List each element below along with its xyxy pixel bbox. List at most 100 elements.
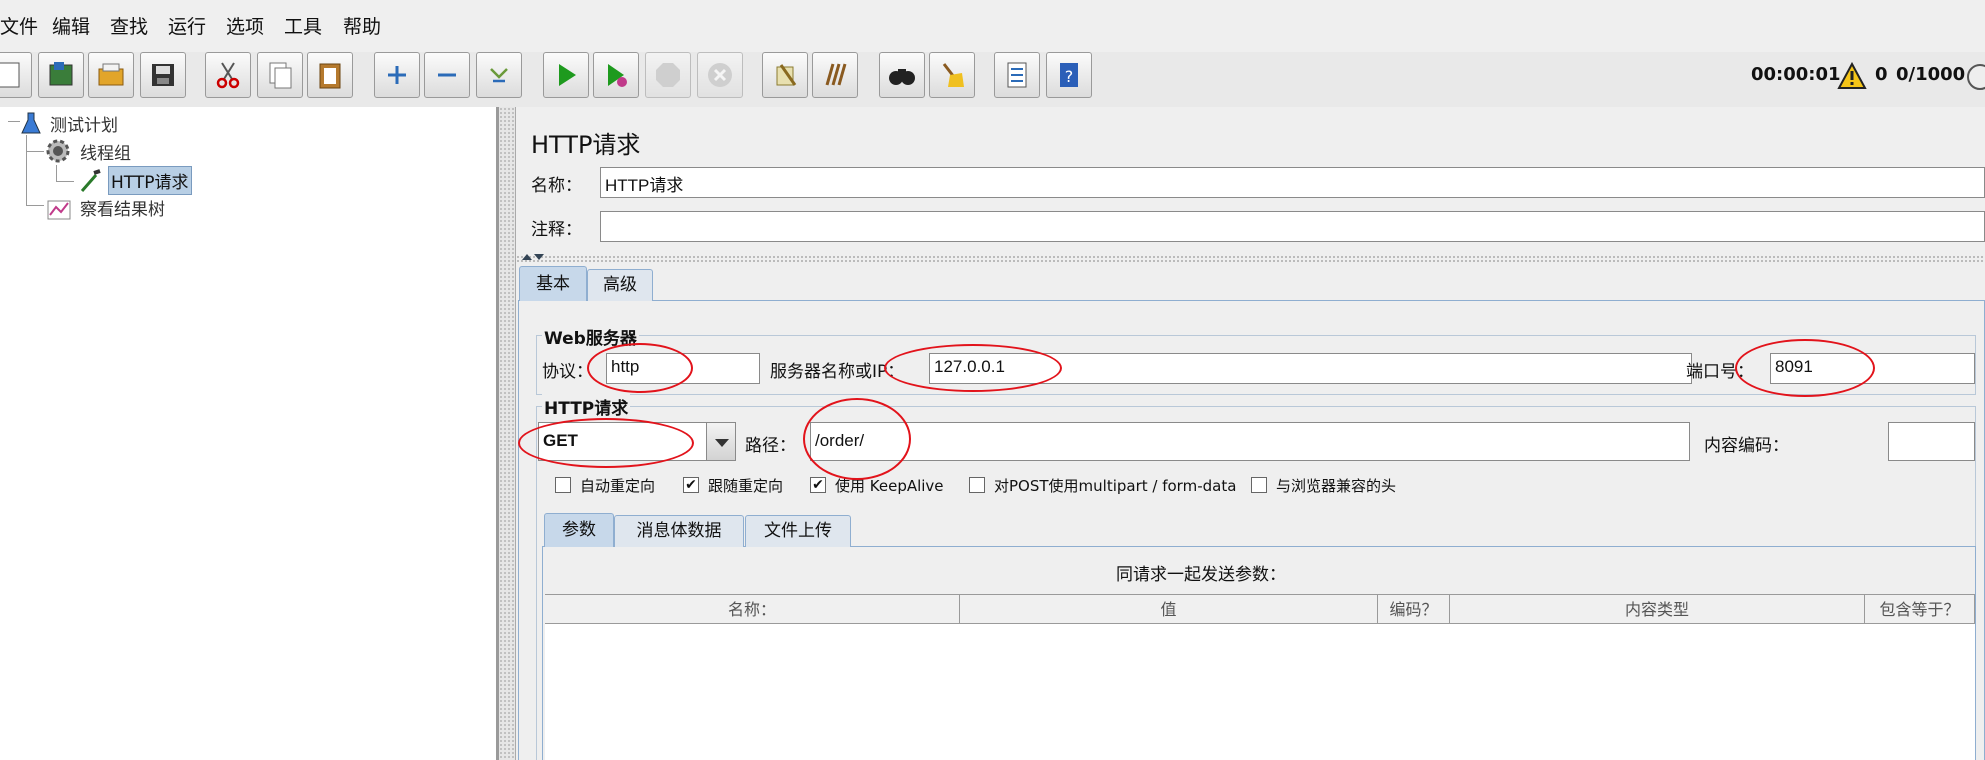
new-file-button[interactable] <box>0 52 32 98</box>
stop-icon <box>656 63 680 87</box>
column-content-type[interactable]: 内容类型 <box>1450 595 1865 625</box>
method-select[interactable]: GET <box>538 422 724 461</box>
menu-tools[interactable]: 工具 <box>284 12 322 39</box>
copy-icon <box>269 62 292 89</box>
subtab-files-upload[interactable]: 文件上传 <box>745 515 851 547</box>
tree-item-test-plan[interactable]: 测试计划 <box>50 111 118 136</box>
browser-headers-label: 与浏览器兼容的头 <box>1276 477 1397 495</box>
active-threads: 0/1000 <box>1896 64 1966 85</box>
help-button[interactable]: ? <box>1046 52 1092 98</box>
subtab-parameters[interactable]: 参数 <box>544 513 614 547</box>
reset-search-icon <box>942 63 964 87</box>
protocol-field[interactable]: http <box>606 353 760 384</box>
toolbar: ? 00:00:01 0 0/1000 <box>0 52 1985 108</box>
reset-search-button[interactable] <box>929 52 975 98</box>
name-field[interactable]: HTTP请求 <box>600 167 1985 198</box>
tab-basic[interactable]: 基本 <box>519 266 587 301</box>
follow-redirect-checkbox[interactable]: ✔ <box>683 477 699 493</box>
tree-connector <box>26 205 44 206</box>
column-include-equals[interactable]: 包含等于？ <box>1865 595 1975 625</box>
start-icon <box>559 64 576 86</box>
auto-redirect-checkbox[interactable] <box>555 477 571 493</box>
function-helper-button[interactable] <box>994 52 1040 98</box>
column-value[interactable]: 值 <box>960 595 1378 625</box>
templates-button[interactable] <box>38 52 84 98</box>
server-name-field[interactable]: 127.0.0.1 <box>929 353 1692 384</box>
clear-all-button[interactable] <box>812 52 858 98</box>
params-table-header: 名称： 值 编码？ 内容类型 包含等于？ <box>545 594 1975 625</box>
auto-redirect-label: 自动重定向 <box>580 477 656 495</box>
menu-bar: 文件 编辑 查找 运行 选项 工具 帮助 <box>0 0 1985 53</box>
column-name[interactable]: 名称： <box>545 595 960 625</box>
tab-advanced[interactable]: 高级 <box>587 269 653 301</box>
comment-field[interactable] <box>600 211 1985 242</box>
menu-options[interactable]: 选项 <box>226 12 264 39</box>
browser-headers-checkbox[interactable] <box>1251 477 1267 493</box>
menu-run[interactable]: 运行 <box>168 12 206 39</box>
tree-item-thread-group[interactable]: 线程组 <box>80 139 131 164</box>
subtab-body-data[interactable]: 消息体数据 <box>614 515 744 547</box>
copy-button[interactable] <box>257 52 303 98</box>
chevron-down-icon <box>715 439 729 447</box>
result-tree-icon <box>47 200 71 220</box>
collapse-button[interactable] <box>424 52 470 98</box>
tree-connector <box>8 121 20 122</box>
params-title: 同请求一起发送参数： <box>1116 565 1286 585</box>
menu-file[interactable]: 文件 <box>0 12 38 39</box>
section-splitter[interactable] <box>516 255 1985 263</box>
params-table-body[interactable] <box>545 624 1975 760</box>
cut-button[interactable] <box>205 52 251 98</box>
search-button[interactable] <box>879 52 925 98</box>
split-arrows-icon[interactable] <box>520 252 546 262</box>
menu-search[interactable]: 查找 <box>110 12 148 39</box>
protocol-label: 协议： <box>542 362 593 382</box>
help-icon: ? <box>1060 63 1078 87</box>
expand-button[interactable] <box>374 52 420 98</box>
tree-item-http-request[interactable]: HTTP请求 <box>108 166 192 195</box>
multipart-checkbox[interactable] <box>969 477 985 493</box>
start-button[interactable] <box>543 52 589 98</box>
tree-connector <box>26 135 27 205</box>
start-no-pause-icon <box>608 64 627 87</box>
content-encoding-label: 内容编码： <box>1704 436 1789 456</box>
menu-help[interactable]: 帮助 <box>343 12 381 39</box>
cut-icon <box>216 62 240 89</box>
save-button[interactable] <box>140 52 186 98</box>
clear-all-icon <box>825 63 847 86</box>
shutdown-button[interactable] <box>697 52 743 98</box>
open-button[interactable] <box>88 52 134 98</box>
remote-status-icon <box>1967 64 1985 90</box>
http-request-panel: HTTP请求 名称： HTTP请求 注释： 基本 高级 Web服务器 协议： h… <box>516 107 1985 760</box>
new-file-icon <box>0 62 20 88</box>
tree-item-view-results-tree[interactable]: 察看结果树 <box>80 195 165 220</box>
keepalive-label: 使用 KeepAlive <box>835 477 944 495</box>
menu-edit[interactable]: 编辑 <box>52 12 90 39</box>
start-no-pause-button[interactable] <box>593 52 639 98</box>
column-encode[interactable]: 编码？ <box>1378 595 1450 625</box>
clear-button[interactable] <box>762 52 808 98</box>
path-field[interactable]: /order/ <box>810 422 1690 461</box>
http-request-title: HTTP请求 <box>542 394 631 419</box>
content-encoding-field[interactable] <box>1888 422 1975 461</box>
server-label: 服务器名称或IP： <box>770 362 905 382</box>
open-icon <box>98 63 124 86</box>
collapse-icon <box>438 73 456 77</box>
warning-icon[interactable] <box>1837 62 1867 90</box>
paste-icon <box>319 63 341 89</box>
toggle-button[interactable] <box>476 52 522 98</box>
pipette-icon <box>80 169 101 192</box>
function-helper-icon <box>1007 62 1027 88</box>
paste-button[interactable] <box>307 52 353 98</box>
svg-text:?: ? <box>1065 67 1074 86</box>
save-icon <box>152 64 174 86</box>
page-title: HTTP请求 <box>531 131 641 159</box>
gear-icon <box>46 139 70 163</box>
clear-icon <box>776 64 797 86</box>
keepalive-checkbox[interactable]: ✔ <box>810 477 826 493</box>
port-field[interactable]: 8091 <box>1770 353 1975 384</box>
method-dropdown-button[interactable] <box>706 422 736 461</box>
port-label: 端口号： <box>1686 362 1754 382</box>
split-pane-divider[interactable] <box>499 107 516 760</box>
stop-button[interactable] <box>645 52 691 98</box>
test-plan-icon <box>21 112 41 134</box>
